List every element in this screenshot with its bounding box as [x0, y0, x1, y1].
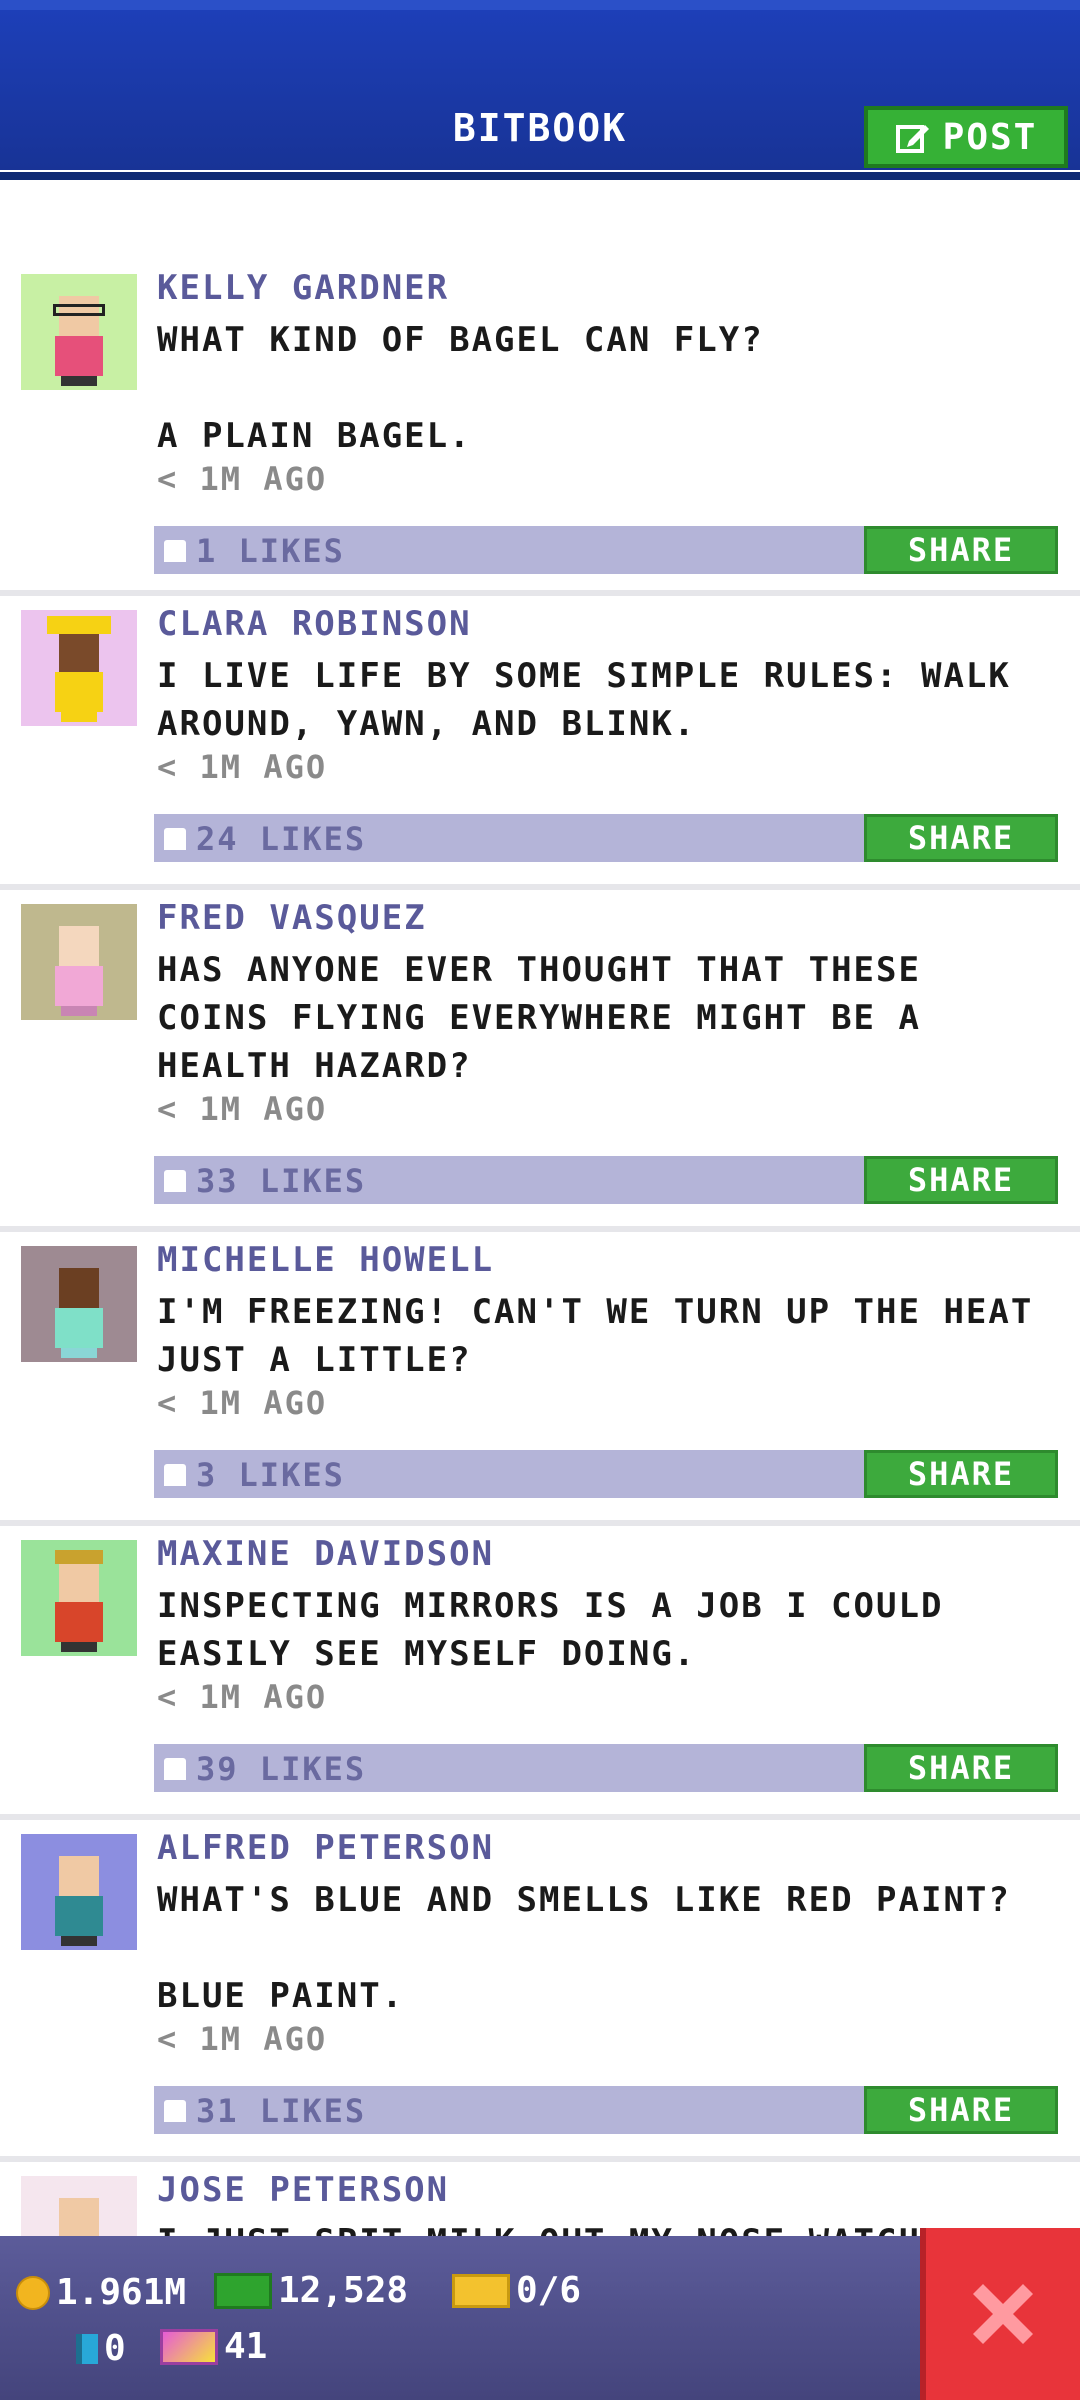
post-button-label: POST	[942, 116, 1038, 158]
likes-bar: 39 LIKES SHARE	[154, 1744, 1058, 1792]
post-message: INSPECTING MIRRORS IS A JOB I COULD EASI…	[157, 1586, 944, 1674]
post-button[interactable]: POST	[864, 106, 1068, 168]
share-button[interactable]: SHARE	[864, 1450, 1058, 1498]
likes-bar: 31 LIKES SHARE	[154, 2086, 1058, 2134]
post-time: < 1M AGO	[157, 1678, 328, 1716]
like-icon	[164, 1170, 186, 1192]
feed-post: MICHELLE HOWELL I'M FREEZING! CAN'T WE T…	[0, 1232, 1080, 1526]
like-count[interactable]: 24 LIKES	[164, 820, 366, 858]
coins-value: 1.961M	[56, 2272, 187, 2313]
like-count-label: 33 LIKES	[196, 1162, 367, 1200]
share-button[interactable]: SHARE	[864, 814, 1058, 862]
post-time: < 1M AGO	[157, 1384, 328, 1422]
like-icon	[164, 1758, 186, 1780]
bux-stat[interactable]: 12,528	[214, 2270, 408, 2311]
post-author[interactable]: ALFRED PETERSON	[157, 1828, 494, 1868]
post-author[interactable]: FRED VASQUEZ	[157, 898, 427, 938]
like-count[interactable]: 31 LIKES	[164, 2092, 366, 2130]
feed-post: KELLY GARDNER WHAT KIND OF BAGEL CAN FLY…	[0, 260, 1080, 596]
share-button[interactable]: SHARE	[864, 2086, 1058, 2134]
like-count[interactable]: 1 LIKES	[164, 532, 345, 570]
avatar	[21, 610, 137, 726]
cubes-value: 0	[104, 2328, 126, 2369]
post-author[interactable]: MICHELLE HOWELL	[157, 1240, 494, 1280]
share-button[interactable]: SHARE	[864, 1156, 1058, 1204]
tickets-value: 0/6	[516, 2270, 582, 2311]
post-author[interactable]: JOSE PETERSON	[157, 2170, 449, 2210]
avatar	[21, 904, 137, 1020]
share-button[interactable]: SHARE	[864, 1744, 1058, 1792]
coins-stat[interactable]: 1.961M	[16, 2272, 186, 2313]
post-author[interactable]: CLARA ROBINSON	[157, 604, 472, 644]
post-time: < 1M AGO	[157, 748, 328, 786]
feed-post: MAXINE DAVIDSON INSPECTING MIRRORS IS A …	[0, 1526, 1080, 1820]
like-count[interactable]: 33 LIKES	[164, 1162, 366, 1200]
edit-icon	[895, 125, 929, 153]
post-message: WHAT'S BLUE AND SMELLS LIKE RED PAINT? B…	[157, 1880, 1011, 2016]
top-app-bar: BITBOOK POST	[0, 0, 1080, 180]
likes-bar: 33 LIKES SHARE	[154, 1156, 1058, 1204]
post-author[interactable]: MAXINE DAVIDSON	[157, 1534, 494, 1574]
avatar	[21, 274, 137, 390]
tickets-stat[interactable]: 0/6	[452, 2270, 581, 2311]
ticket-icon	[452, 2273, 510, 2308]
bux-value: 12,528	[278, 2270, 409, 2311]
like-count-label: 39 LIKES	[196, 1750, 367, 1788]
vip-icon	[160, 2328, 218, 2365]
avatar	[21, 1834, 137, 1950]
post-time: < 1M AGO	[157, 2020, 328, 2058]
like-icon	[164, 2100, 186, 2122]
like-count-label: 3 LIKES	[196, 1456, 345, 1494]
bitbook-feed[interactable]: KELLY GARDNER WHAT KIND OF BAGEL CAN FLY…	[0, 260, 1080, 2302]
share-button[interactable]: SHARE	[864, 526, 1058, 574]
avatar	[21, 1246, 137, 1362]
cube-icon	[76, 2333, 98, 2364]
feed-post: ALFRED PETERSON WHAT'S BLUE AND SMELLS L…	[0, 1820, 1080, 2162]
like-count-label: 1 LIKES	[196, 532, 345, 570]
likes-bar: 24 LIKES SHARE	[154, 814, 1058, 862]
post-author[interactable]: KELLY GARDNER	[157, 268, 449, 308]
close-icon	[973, 2284, 1033, 2344]
like-count[interactable]: 39 LIKES	[164, 1750, 366, 1788]
bux-icon	[214, 2272, 272, 2309]
like-icon	[164, 1464, 186, 1486]
post-message: HAS ANYONE EVER THOUGHT THAT THESE COINS…	[157, 950, 921, 1086]
vip-value: 41	[224, 2326, 268, 2367]
like-count-label: 24 LIKES	[196, 820, 367, 858]
feed-post: FRED VASQUEZ HAS ANYONE EVER THOUGHT THA…	[0, 890, 1080, 1232]
coin-icon	[16, 2275, 50, 2310]
like-count[interactable]: 3 LIKES	[164, 1456, 345, 1494]
post-message: WHAT KIND OF BAGEL CAN FLY? A PLAIN BAGE…	[157, 320, 764, 456]
post-time: < 1M AGO	[157, 1090, 328, 1128]
avatar	[21, 1540, 137, 1656]
like-count-label: 31 LIKES	[196, 2092, 367, 2130]
likes-bar: 1 LIKES SHARE	[154, 526, 1058, 574]
post-message: I'M FREEZING! CAN'T WE TURN UP THE HEAT …	[157, 1292, 1034, 1380]
like-icon	[164, 828, 186, 850]
resource-bar: 1.961M 12,528 0/6 0 41	[0, 2236, 1080, 2400]
close-button[interactable]	[920, 2228, 1080, 2400]
feed-post: CLARA ROBINSON I LIVE LIFE BY SOME SIMPL…	[0, 596, 1080, 890]
cubes-stat[interactable]: 0	[76, 2328, 126, 2369]
likes-bar: 3 LIKES SHARE	[154, 1450, 1058, 1498]
post-time: < 1M AGO	[157, 460, 328, 498]
post-message: I LIVE LIFE BY SOME SIMPLE RULES: WALK A…	[157, 656, 1011, 744]
like-icon	[164, 540, 186, 562]
header-shadow	[0, 172, 1080, 180]
vip-stat[interactable]: 41	[160, 2326, 267, 2367]
